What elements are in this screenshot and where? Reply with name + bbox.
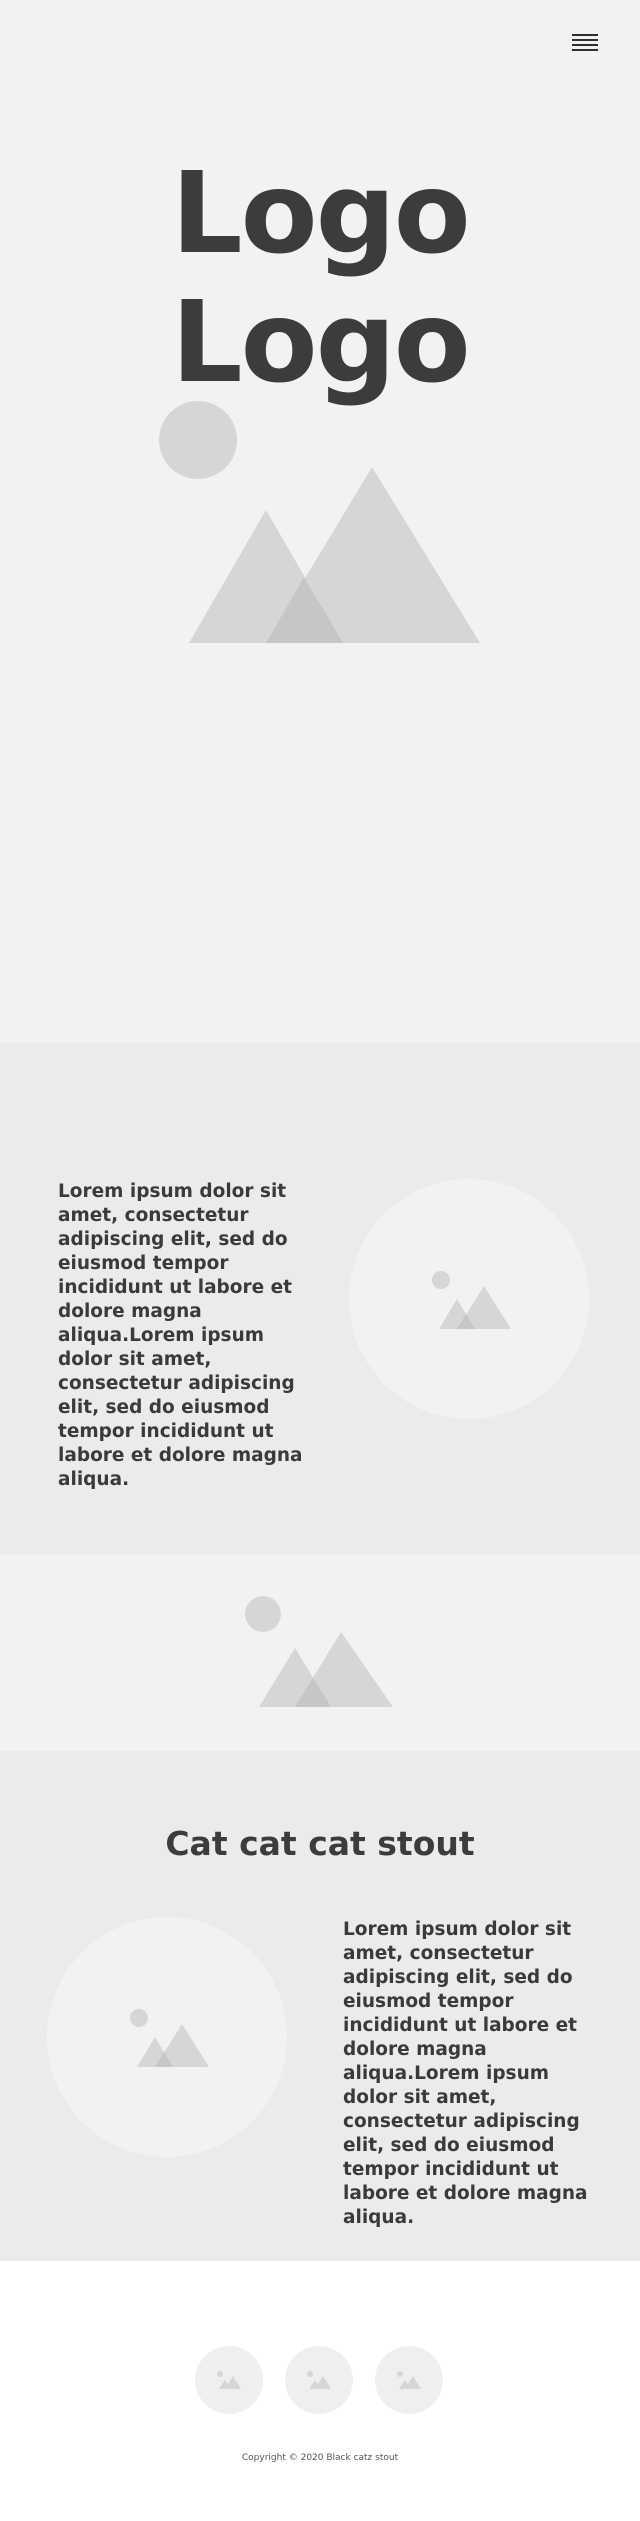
feature-image-circle <box>47 1917 287 2157</box>
menu-line <box>572 34 598 36</box>
social-link-3[interactable] <box>375 2346 443 2414</box>
social-link-2[interactable] <box>285 2346 353 2414</box>
menu-line <box>572 49 598 51</box>
image-placeholder-icon <box>432 1271 511 1329</box>
image-placeholder-icon <box>217 2371 241 2389</box>
feature-image-circle <box>349 1179 589 1419</box>
image-placeholder-icon <box>307 2371 331 2389</box>
image-placeholder-icon <box>130 2009 209 2067</box>
feature-text: Lorem ipsum dolor sit amet, consectetur … <box>58 1181 303 1490</box>
social-link-1[interactable] <box>195 2346 263 2414</box>
feature-section-2: Cat cat cat stout Lorem ipsum dolor sit … <box>0 1751 640 2261</box>
banner-section <box>0 1555 640 1751</box>
menu-line <box>572 44 598 46</box>
menu-line <box>572 39 598 41</box>
image-placeholder-icon <box>397 2371 421 2389</box>
hero-image-placeholder-icon <box>159 401 480 643</box>
logo-line-1[interactable]: Logo <box>0 158 640 270</box>
footer: Copyright © 2020 Black catz stout <box>0 2261 640 2521</box>
hamburger-menu-icon[interactable] <box>572 34 598 54</box>
logo-line-2[interactable]: Logo <box>0 287 640 399</box>
feature-text: Lorem ipsum dolor sit amet, consectetur … <box>343 1919 588 2228</box>
hero-section: Logo Logo <box>0 0 640 1043</box>
banner-image-placeholder-icon <box>245 1596 393 1707</box>
feature-section-1: Lorem ipsum dolor sit amet, consectetur … <box>0 1043 640 1555</box>
section-title: Cat cat cat stout <box>165 1824 475 1863</box>
copyright-text: Copyright © 2020 Black catz stout <box>241 2453 399 2463</box>
